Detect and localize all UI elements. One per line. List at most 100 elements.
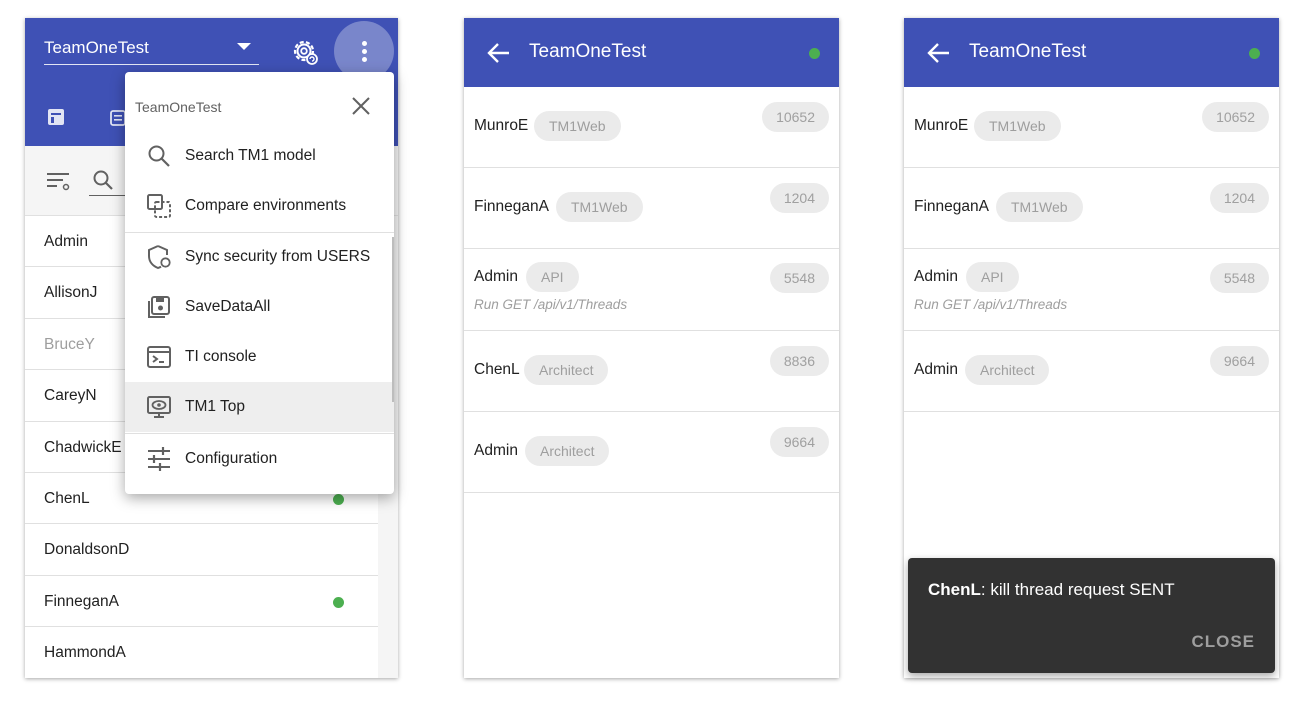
thread-context-chip: TM1Web: [974, 111, 1061, 141]
console-icon: [147, 346, 171, 368]
threads-header: TeamOneTest: [464, 18, 839, 87]
thread-context-chip: API: [966, 262, 1019, 292]
thread-user: Admin: [474, 268, 518, 285]
connection-status-dot: [809, 48, 820, 59]
thread-user: MunroE: [474, 117, 529, 134]
thread-id-chip: 5548: [769, 263, 829, 293]
menu-item-label: Configuration: [185, 450, 278, 467]
menu-item-label: Search TM1 model: [185, 147, 316, 164]
online-status-dot: [333, 596, 344, 608]
thread-context-chip: TM1Web: [534, 111, 621, 141]
thread-command: Run GET /api/v1/Threads: [474, 297, 628, 312]
menu-item-label: Compare environments: [185, 197, 347, 214]
thread-id-chip: 1204: [769, 183, 829, 213]
thread-id-chip: 10652: [762, 102, 829, 132]
user-name: Admin: [44, 233, 88, 250]
menu-item-compare-environments[interactable]: Compare environments: [125, 181, 394, 231]
menu-item-ti-console[interactable]: TI console: [125, 332, 394, 382]
user-name: AllisonJ: [44, 284, 98, 302]
thread-context-chip: API: [526, 262, 579, 292]
user-row[interactable]: FinneganA: [25, 576, 378, 628]
thread-row[interactable]: Admin Architect 9664: [464, 412, 839, 493]
thread-command: Run GET /api/v1/Threads: [914, 297, 1068, 312]
thread-row[interactable]: FinneganA TM1Web 1204: [904, 168, 1279, 249]
sliders-icon: [148, 447, 170, 471]
snackbar: ChenL: kill thread request SENT CLOSE: [908, 558, 1275, 673]
thread-row[interactable]: MunroE TM1Web 10652: [904, 87, 1279, 168]
overflow-menu: TeamOneTest Search TM1 model Compare env…: [125, 72, 394, 494]
menu-item-label: TI console: [185, 348, 257, 365]
thread-row[interactable]: Admin API Run GET /api/v1/Threads 5548: [464, 249, 839, 331]
user-row[interactable]: HammondA: [25, 627, 378, 678]
menu-item-sync-security[interactable]: Sync security from USERS: [125, 232, 394, 282]
search-icon: [148, 145, 170, 167]
menu-title: TeamOneTest: [135, 99, 222, 115]
thread-row[interactable]: ChenL Architect 8836: [464, 331, 839, 412]
user-name: ChadwickE: [44, 438, 122, 456]
table-icon[interactable]: [47, 108, 65, 126]
threads-panel: TeamOneTest MunroE TM1Web 10652 Finnegan…: [464, 18, 839, 678]
menu-item-label: TM1 Top: [185, 398, 246, 415]
search-icon: [93, 170, 113, 190]
gear-sync-icon[interactable]: [291, 38, 319, 66]
thread-list: MunroE TM1Web 10652 FinneganA TM1Web 120…: [464, 87, 839, 493]
thread-row[interactable]: MunroE TM1Web 10652: [464, 87, 839, 168]
snackbar-close-button[interactable]: CLOSE: [1191, 632, 1255, 652]
thread-context-chip: TM1Web: [996, 192, 1083, 222]
dropdown-arrow-icon: [237, 43, 251, 50]
menu-scrollbar[interactable]: [392, 237, 394, 402]
connection-status-dot: [1249, 48, 1260, 59]
thread-user: FinneganA: [914, 198, 989, 215]
close-icon[interactable]: [351, 96, 371, 116]
threads-header: TeamOneTest: [904, 18, 1279, 87]
save-icon: [148, 296, 170, 318]
filter-list-icon[interactable]: [46, 169, 72, 193]
environment-select-value: TeamOneTest: [44, 38, 149, 57]
thread-user: Admin: [474, 442, 518, 459]
user-row[interactable]: DonaldsonD: [25, 524, 378, 576]
menu-item-search-model[interactable]: Search TM1 model: [125, 131, 394, 181]
menu-item-label: Sync security from USERS: [185, 248, 371, 265]
thread-context-chip: TM1Web: [556, 192, 643, 222]
environment-select[interactable]: TeamOneTest: [44, 38, 259, 65]
thread-id-chip: 1204: [1209, 183, 1269, 213]
menu-item-savedataall[interactable]: SaveDataAll: [125, 282, 394, 332]
thread-context-chip: Architect: [965, 355, 1050, 385]
menu-item-tm1-top[interactable]: TM1 Top: [125, 382, 394, 432]
thread-user: Admin: [914, 268, 958, 285]
search-input[interactable]: [89, 166, 129, 196]
user-name: HammondA: [44, 644, 126, 662]
thread-row[interactable]: Admin API Run GET /api/v1/Threads 5548: [904, 249, 1279, 331]
user-name: CareyN: [44, 387, 97, 405]
thread-id-chip: 9664: [769, 427, 829, 457]
thread-user: FinneganA: [474, 198, 549, 215]
thread-row[interactable]: FinneganA TM1Web 1204: [464, 168, 839, 249]
user-name: DonaldsonD: [44, 541, 130, 559]
thread-user: MunroE: [914, 117, 969, 134]
shield-sync-icon: [148, 245, 171, 270]
snackbar-text: : kill thread request SENT: [980, 580, 1175, 599]
back-arrow-icon[interactable]: [926, 40, 952, 66]
compare-icon: [147, 194, 171, 218]
page-title: TeamOneTest: [529, 41, 647, 62]
thread-id-chip: 5548: [1209, 263, 1269, 293]
user-name: FinneganA: [44, 592, 119, 610]
back-arrow-icon[interactable]: [486, 40, 512, 66]
page-title: TeamOneTest: [969, 41, 1087, 62]
snackbar-message: ChenL: kill thread request SENT: [928, 580, 1175, 600]
online-status-dot: [333, 493, 344, 505]
snackbar-user: ChenL: [928, 580, 981, 599]
monitor-eye-icon: [147, 396, 171, 418]
thread-context-chip: Architect: [524, 355, 609, 385]
thread-user: Admin: [914, 361, 958, 378]
thread-id-chip: 10652: [1202, 102, 1269, 132]
user-name: ChenL: [44, 489, 90, 507]
thread-row[interactable]: Admin Architect 9664: [904, 331, 1279, 412]
thread-context-chip: Architect: [525, 436, 610, 466]
thread-user: ChenL: [474, 361, 520, 378]
thread-id-chip: 9664: [1209, 346, 1269, 376]
menu-item-label: SaveDataAll: [185, 298, 271, 315]
menu-item-configuration[interactable]: Configuration: [125, 434, 394, 484]
thread-id-chip: 8836: [769, 346, 829, 376]
user-name: BruceY: [44, 335, 95, 353]
